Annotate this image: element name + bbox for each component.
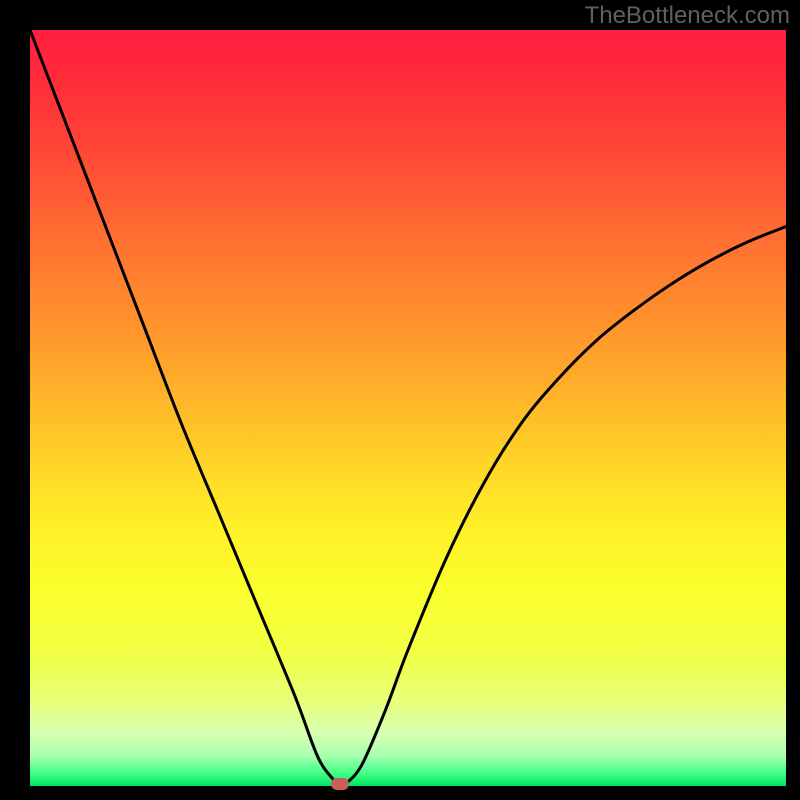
chart-container: TheBottleneck.com: [0, 0, 800, 800]
curve-svg: [30, 30, 786, 786]
plot-area: [30, 30, 786, 786]
watermark-text: TheBottleneck.com: [585, 2, 790, 30]
optimal-point-marker: [331, 778, 349, 790]
bottleneck-curve: [30, 30, 786, 784]
